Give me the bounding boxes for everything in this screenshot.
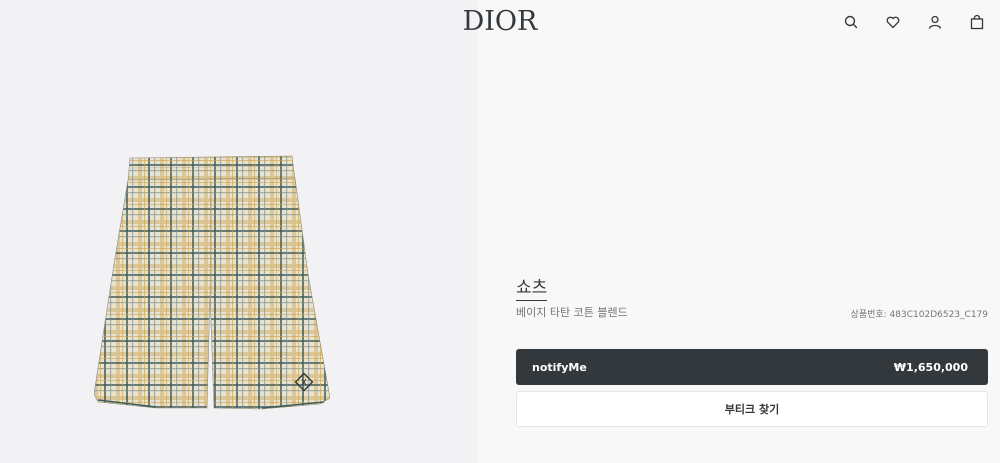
- find-boutique-button[interactable]: 부티크 찾기: [516, 391, 988, 427]
- product-reference: 상품번호: 483C102D6523_C179: [850, 310, 988, 320]
- product-price: ₩1,650,000: [893, 360, 968, 374]
- header-icons: [830, 12, 998, 32]
- notify-me-label: notifyMe: [532, 360, 587, 374]
- product-subtitle: 베이지 타탄 코튼 블렌드: [516, 306, 628, 319]
- notify-me-button[interactable]: notifyMe ₩1,650,000: [516, 349, 988, 385]
- product-image-panel: [0, 0, 478, 463]
- user-icon[interactable]: [914, 12, 956, 32]
- find-boutique-label: 부티크 찾기: [724, 403, 780, 416]
- product-title: 쇼츠: [516, 273, 548, 301]
- shopping-bag-icon[interactable]: [956, 12, 998, 32]
- heart-icon[interactable]: [872, 12, 914, 32]
- search-icon[interactable]: [830, 12, 872, 32]
- product-image: [94, 155, 330, 410]
